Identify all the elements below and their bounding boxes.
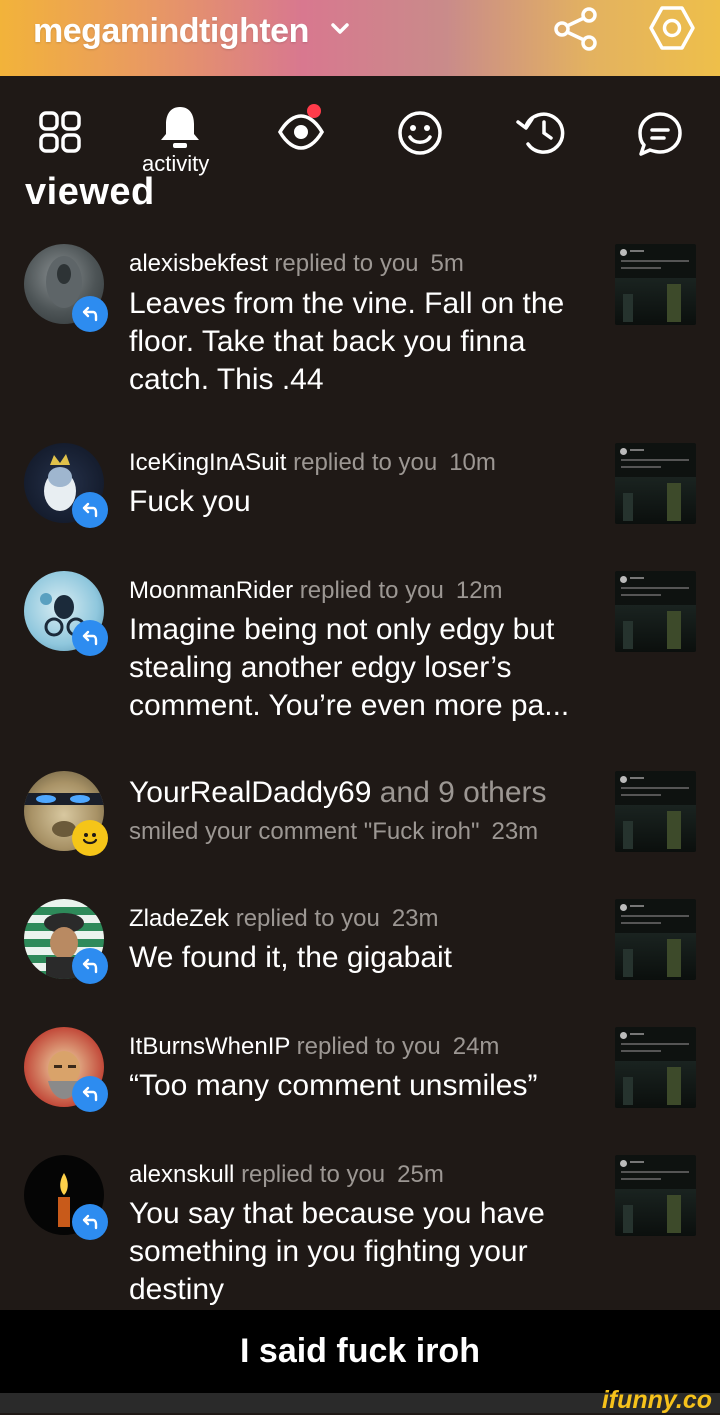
eye-icon[interactable] bbox=[277, 112, 325, 152]
username[interactable]: YourRealDaddy69 bbox=[129, 776, 371, 809]
reply-badge-icon bbox=[72, 620, 108, 656]
share-icon[interactable] bbox=[553, 6, 599, 52]
grid-icon[interactable] bbox=[38, 110, 82, 154]
reply-text: Leaves from the vine. Fall on the floor.… bbox=[129, 287, 565, 396]
profile-name[interactable]: megamindtighten bbox=[33, 12, 309, 51]
username[interactable]: alexnskull bbox=[129, 1161, 234, 1188]
notification-meta: ZladeZek replied to you 23m bbox=[129, 905, 439, 932]
watermark: ifunny.co bbox=[601, 1386, 712, 1414]
username[interactable]: ZladeZek bbox=[129, 905, 229, 932]
reply-text: You say that because you have something … bbox=[129, 1197, 545, 1306]
notification-meta: MoonmanRider replied to you 12m bbox=[129, 577, 503, 604]
post-thumbnail[interactable] bbox=[615, 443, 696, 524]
notification-dot bbox=[307, 104, 321, 118]
chevron-down-icon[interactable] bbox=[330, 22, 350, 36]
reply-text: We found it, the gigabait bbox=[129, 941, 452, 974]
username[interactable]: alexisbekfest bbox=[129, 250, 268, 277]
notification-meta: alexisbekfest replied to you 5m bbox=[129, 250, 464, 277]
username[interactable]: ItBurnsWhenIP bbox=[129, 1033, 290, 1060]
reply-text: “Too many comment unsmiles” bbox=[129, 1069, 538, 1102]
smile-badge-icon bbox=[72, 820, 108, 856]
reply-text: Imagine being not only edgy but stealing… bbox=[129, 613, 570, 722]
smile-icon[interactable] bbox=[397, 110, 443, 156]
post-thumbnail[interactable] bbox=[615, 1155, 696, 1236]
reply-badge-icon bbox=[72, 1204, 108, 1240]
post-thumbnail[interactable] bbox=[615, 244, 696, 325]
bell-icon[interactable] bbox=[158, 104, 202, 150]
reply-badge-icon bbox=[72, 1076, 108, 1112]
post-thumbnail[interactable] bbox=[615, 899, 696, 980]
username[interactable]: MoonmanRider bbox=[129, 577, 293, 604]
notification-meta: YourRealDaddy69 and 9 others bbox=[129, 776, 547, 809]
smile-detail: smiled your comment "Fuck iroh" 23m bbox=[129, 818, 539, 845]
reply-badge-icon bbox=[72, 948, 108, 984]
history-icon[interactable] bbox=[514, 108, 566, 156]
meme-caption: I said fuck iroh bbox=[0, 1310, 720, 1393]
profile-header: megamindtighten bbox=[0, 0, 720, 76]
reply-badge-icon bbox=[72, 492, 108, 528]
notification-meta: alexnskull replied to you 25m bbox=[129, 1161, 444, 1188]
chat-icon[interactable] bbox=[636, 110, 684, 158]
post-thumbnail[interactable] bbox=[615, 571, 696, 652]
post-thumbnail[interactable] bbox=[615, 771, 696, 852]
username[interactable]: IceKingInASuit bbox=[129, 449, 286, 476]
post-thumbnail[interactable] bbox=[615, 1027, 696, 1108]
notification-meta: IceKingInASuit replied to you 10m bbox=[129, 449, 496, 476]
reply-badge-icon bbox=[72, 296, 108, 332]
notification-meta: ItBurnsWhenIP replied to you 24m bbox=[129, 1033, 500, 1060]
settings-hexagon-icon[interactable] bbox=[648, 4, 696, 52]
reply-text: Fuck you bbox=[129, 485, 251, 518]
section-title: viewed bbox=[25, 171, 155, 210]
